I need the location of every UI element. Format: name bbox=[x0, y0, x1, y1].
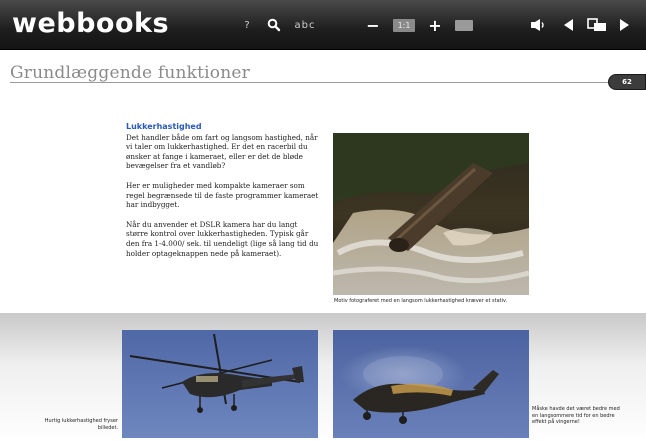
page-view-icon bbox=[455, 19, 473, 31]
triangle-right-icon bbox=[620, 19, 629, 31]
zoom-in-button[interactable]: + bbox=[428, 0, 442, 50]
article-heading: Lukkerhastighed bbox=[126, 122, 202, 131]
webbooks-logo[interactable]: webbooks bbox=[12, 8, 169, 39]
text-view-button[interactable]: abc bbox=[290, 0, 320, 50]
helicopter-photo-fast bbox=[122, 330, 318, 438]
next-page-button[interactable] bbox=[617, 0, 633, 50]
article-text: Lukkerhastighed Det handler både om fart… bbox=[126, 122, 320, 268]
helicopter-fast-caption: Hurtig lukkerhastighed fryser billedet. bbox=[44, 418, 118, 431]
chapter-title: Grundlæggende funktioner bbox=[10, 63, 250, 83]
two-page-layout-icon bbox=[587, 18, 606, 31]
zoom-level-button[interactable]: 1:1 bbox=[393, 0, 415, 50]
zoom-out-button[interactable]: − bbox=[366, 0, 380, 50]
search-icon bbox=[267, 18, 281, 32]
audio-button[interactable] bbox=[528, 0, 548, 50]
article-paragraph: Det handler både om fart og langsom hast… bbox=[126, 132, 318, 171]
speaker-icon bbox=[531, 19, 544, 31]
search-button[interactable] bbox=[264, 0, 284, 50]
title-divider bbox=[10, 82, 610, 83]
layout-button[interactable] bbox=[586, 0, 608, 50]
toolbar: webbooks ? abc − 1:1 + bbox=[0, 0, 646, 50]
help-button[interactable]: ? bbox=[240, 0, 254, 50]
page-view-button[interactable] bbox=[454, 0, 474, 50]
helicopter-photo-slow bbox=[333, 330, 529, 438]
page-number-tab[interactable]: 62 bbox=[608, 74, 646, 90]
helicopter-slow-caption: Måske havde det været bedre med en langs… bbox=[532, 406, 620, 425]
article-paragraph: Her er muligheder med kompakte kameraer … bbox=[126, 180, 319, 210]
triangle-left-icon bbox=[564, 19, 573, 31]
zoom-level-label: 1:1 bbox=[393, 18, 415, 32]
previous-page-button[interactable] bbox=[560, 0, 576, 50]
article-paragraph: Når du anvender et DSLR kamera har du la… bbox=[126, 219, 319, 258]
waterfall-photo bbox=[333, 133, 529, 295]
waterfall-caption: Motiv fotograferet med en langsom lukker… bbox=[334, 298, 508, 304]
